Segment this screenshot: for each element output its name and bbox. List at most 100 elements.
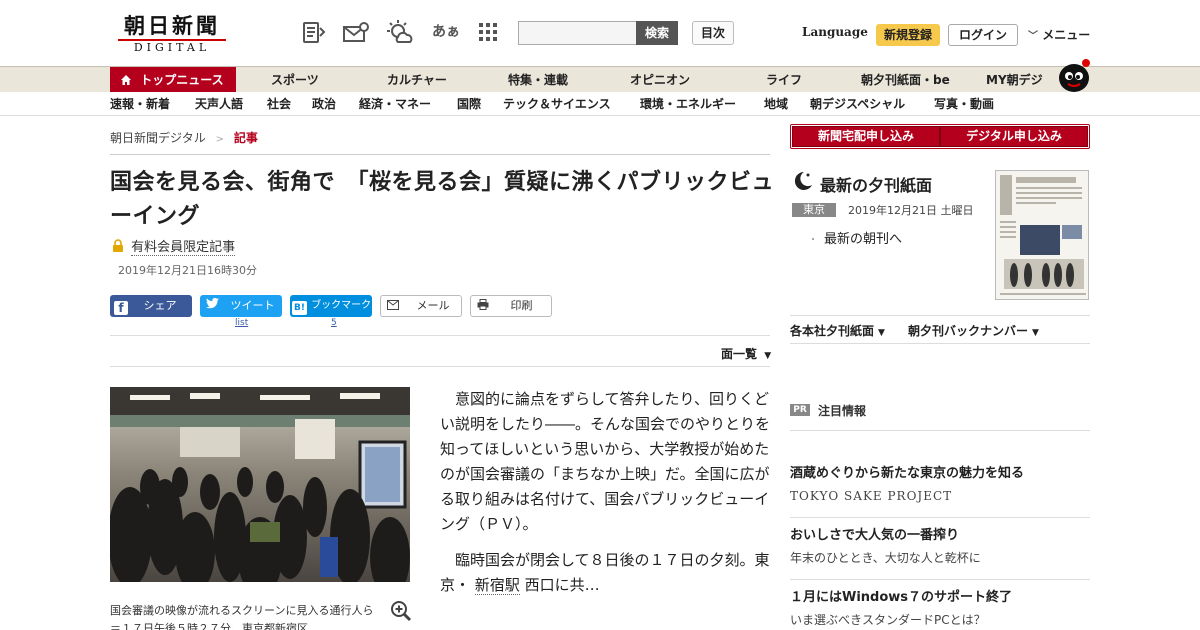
logo[interactable]: 朝日新聞 DIGITAL (112, 14, 232, 54)
grid-icon[interactable] (478, 22, 504, 48)
article-date: 2019年12月21日16時30分 (118, 264, 257, 277)
triangle-down-icon: ▼ (764, 351, 772, 361)
nav-culture[interactable]: カルチャー (387, 67, 447, 93)
hatena-label: ブックマーク (311, 300, 372, 311)
chevron-down-icon: ﹀ (1028, 31, 1038, 42)
breadcrumb-current: 記事 (233, 131, 258, 145)
divider (110, 154, 770, 155)
mail-icon[interactable] (342, 20, 369, 46)
logo-sub: DIGITAL (118, 39, 226, 55)
breadcrumb-home[interactable]: 朝日新聞デジタル (110, 131, 206, 145)
nav-sports[interactable]: スポーツ (271, 67, 319, 93)
language-link[interactable]: Language (802, 25, 868, 39)
pr-item-title: 酒蔵めぐりから新たな東京の魅力を知る (790, 466, 1025, 481)
subnav-society[interactable]: 社会 (267, 92, 291, 116)
pr-item[interactable]: おいしさで大人気の一番搾り 年末のひととき、大切な人と乾杯に (790, 527, 1090, 567)
subnav-region[interactable]: 地域 (764, 92, 788, 116)
nav-life[interactable]: ライフ (766, 67, 802, 93)
toc-button[interactable]: 目次 (692, 21, 734, 45)
newspaper-thumbnail[interactable] (995, 170, 1089, 300)
subnav-economy[interactable]: 経済・マネー (359, 92, 431, 116)
morning-edition-link[interactable]: ・最新の朝刊へ (808, 228, 902, 247)
subnav-special[interactable]: 朝デジスペシャル (810, 92, 905, 116)
paper-icon[interactable] (301, 20, 327, 46)
pr-item-sub: 年末のひととき、大切な人と乾杯に (790, 551, 981, 565)
subnav-politics[interactable]: 政治 (312, 92, 336, 116)
dropdown-label: 朝夕刊バックナンバー (908, 324, 1029, 338)
logo-main: 朝日新聞 (124, 13, 220, 38)
mail-share-label: メール (416, 299, 450, 312)
breadcrumb-sep: > (215, 134, 224, 145)
pr-badge: PR (790, 404, 810, 416)
article-body: 意図的に論点をずらして答弁したり、回りくどい説明をしたり――。そんな国会でのやり… (440, 387, 770, 598)
subnav-breaking[interactable]: 速報・新着 (110, 92, 170, 116)
breadcrumb: 朝日新聞デジタル > 記事 (110, 129, 258, 146)
home-delivery-button[interactable]: 新聞宅配申し込み (792, 126, 940, 147)
facebook-share-button[interactable]: f シェア (110, 295, 192, 317)
facebook-icon: f (114, 301, 128, 315)
sub-nav: 速報・新着 天声人語 社会 政治 経済・マネー 国際 テック＆サイエンス 環境・… (0, 92, 1200, 116)
divider (110, 366, 770, 367)
pr-section-title: 注目情報 (818, 404, 867, 418)
facebook-share-label: シェア (143, 299, 177, 312)
triangle-down-icon: ▼ (878, 328, 885, 338)
nav-opinion[interactable]: オピニオン (630, 67, 690, 93)
divider (110, 335, 770, 336)
pr-item-title: おいしさで大人気の一番搾り (790, 528, 960, 543)
print-icon (477, 297, 489, 317)
digital-signup-button[interactable]: デジタル申し込み (940, 126, 1088, 147)
subnav-environment[interactable]: 環境・エネルギー (640, 92, 736, 116)
paragraph-tail: 西口に共… (524, 576, 600, 594)
divider (790, 315, 1090, 316)
subnav-international[interactable]: 国際 (457, 92, 481, 116)
main-nav: トップニュース スポーツ カルチャー 特集・連載 オピニオン ライフ 朝夕刊紙面… (0, 66, 1200, 93)
zoom-icon[interactable] (390, 600, 412, 622)
regional-evening-dropdown[interactable]: 各本社夕刊紙面 ▼ (790, 322, 885, 339)
kana-icon[interactable]: あぁ (432, 21, 460, 41)
login-button[interactable]: ログイン (948, 24, 1018, 46)
nav-my-asadigi[interactable]: MY朝デジ (986, 67, 1043, 93)
divider (790, 343, 1090, 344)
nav-print-edition[interactable]: 朝夕刊紙面・be (861, 67, 950, 93)
twitter-count[interactable]: list (235, 318, 248, 328)
photo-caption: 国会審議の映像が流れるスクリーンに見入る通行人ら＝１７日午後５時２７分、東京都新… (110, 604, 374, 630)
divider (790, 517, 1090, 518)
triangle-down-icon: ▼ (1032, 328, 1039, 338)
mascot-icon[interactable] (1052, 56, 1092, 94)
moon-icon (792, 170, 814, 196)
page-list-label: 面一覧 (721, 347, 758, 361)
hatena-count[interactable]: 5 (331, 318, 337, 328)
paid-member-label: 有料会員限定記事 (112, 236, 236, 256)
register-button[interactable]: 新規登録 (876, 24, 940, 46)
search-input[interactable] (518, 21, 636, 45)
pr-item[interactable]: 酒蔵めぐりから新たな東京の魅力を知る TOKYO SAKE PROJECT (790, 465, 1090, 505)
twitter-share-button[interactable]: ツイート (200, 295, 282, 317)
back-number-dropdown[interactable]: 朝夕刊バックナンバー ▼ (908, 322, 1039, 339)
print-button[interactable]: 印刷 (470, 295, 552, 317)
divider (790, 430, 1090, 431)
nav-top-news[interactable]: トップニュース (110, 67, 236, 93)
hatena-bookmark-button[interactable]: B! ブックマーク (290, 295, 372, 317)
pr-item-title: １月にはWindows７のサポート終了 (790, 590, 1013, 605)
divider (790, 579, 1090, 580)
subnav-tensei-jingo[interactable]: 天声人語 (195, 92, 243, 116)
menu-button[interactable]: ﹀ メニュー (1028, 26, 1090, 43)
search-button[interactable]: 検索 (636, 21, 678, 45)
article-photo[interactable] (110, 387, 410, 582)
dropdown-label: 各本社夕刊紙面 (790, 324, 875, 338)
mail-share-button[interactable]: メール (380, 295, 462, 317)
subnav-photo-video[interactable]: 写真・動画 (934, 92, 994, 116)
subnav-tech-science[interactable]: テック＆サイエンス (503, 92, 611, 116)
edition-date: 2019年12月21日 土曜日 (848, 204, 974, 217)
article-paragraph: 意図的に論点をずらして答弁したり、回りくどい説明をしたり――。そんな国会でのやり… (440, 390, 771, 533)
pr-item-sub: いま選ぶべきスタンダードPCとは？ (790, 613, 986, 627)
pr-item-sub: TOKYO SAKE PROJECT (790, 489, 953, 503)
bullet-icon: ・ (808, 235, 818, 246)
lock-icon (112, 239, 124, 256)
shinjuku-station-link[interactable]: 新宿駅 (474, 576, 520, 595)
pr-item[interactable]: １月にはWindows７のサポート終了 いま選ぶべきスタンダードPCとは？ (790, 589, 1090, 629)
page-list-toggle[interactable]: 面一覧 ▼ (721, 345, 771, 362)
evening-edition-title[interactable]: 最新の夕刊紙面 (820, 172, 932, 196)
weather-icon[interactable] (386, 20, 413, 46)
nav-features[interactable]: 特集・連載 (508, 67, 568, 93)
